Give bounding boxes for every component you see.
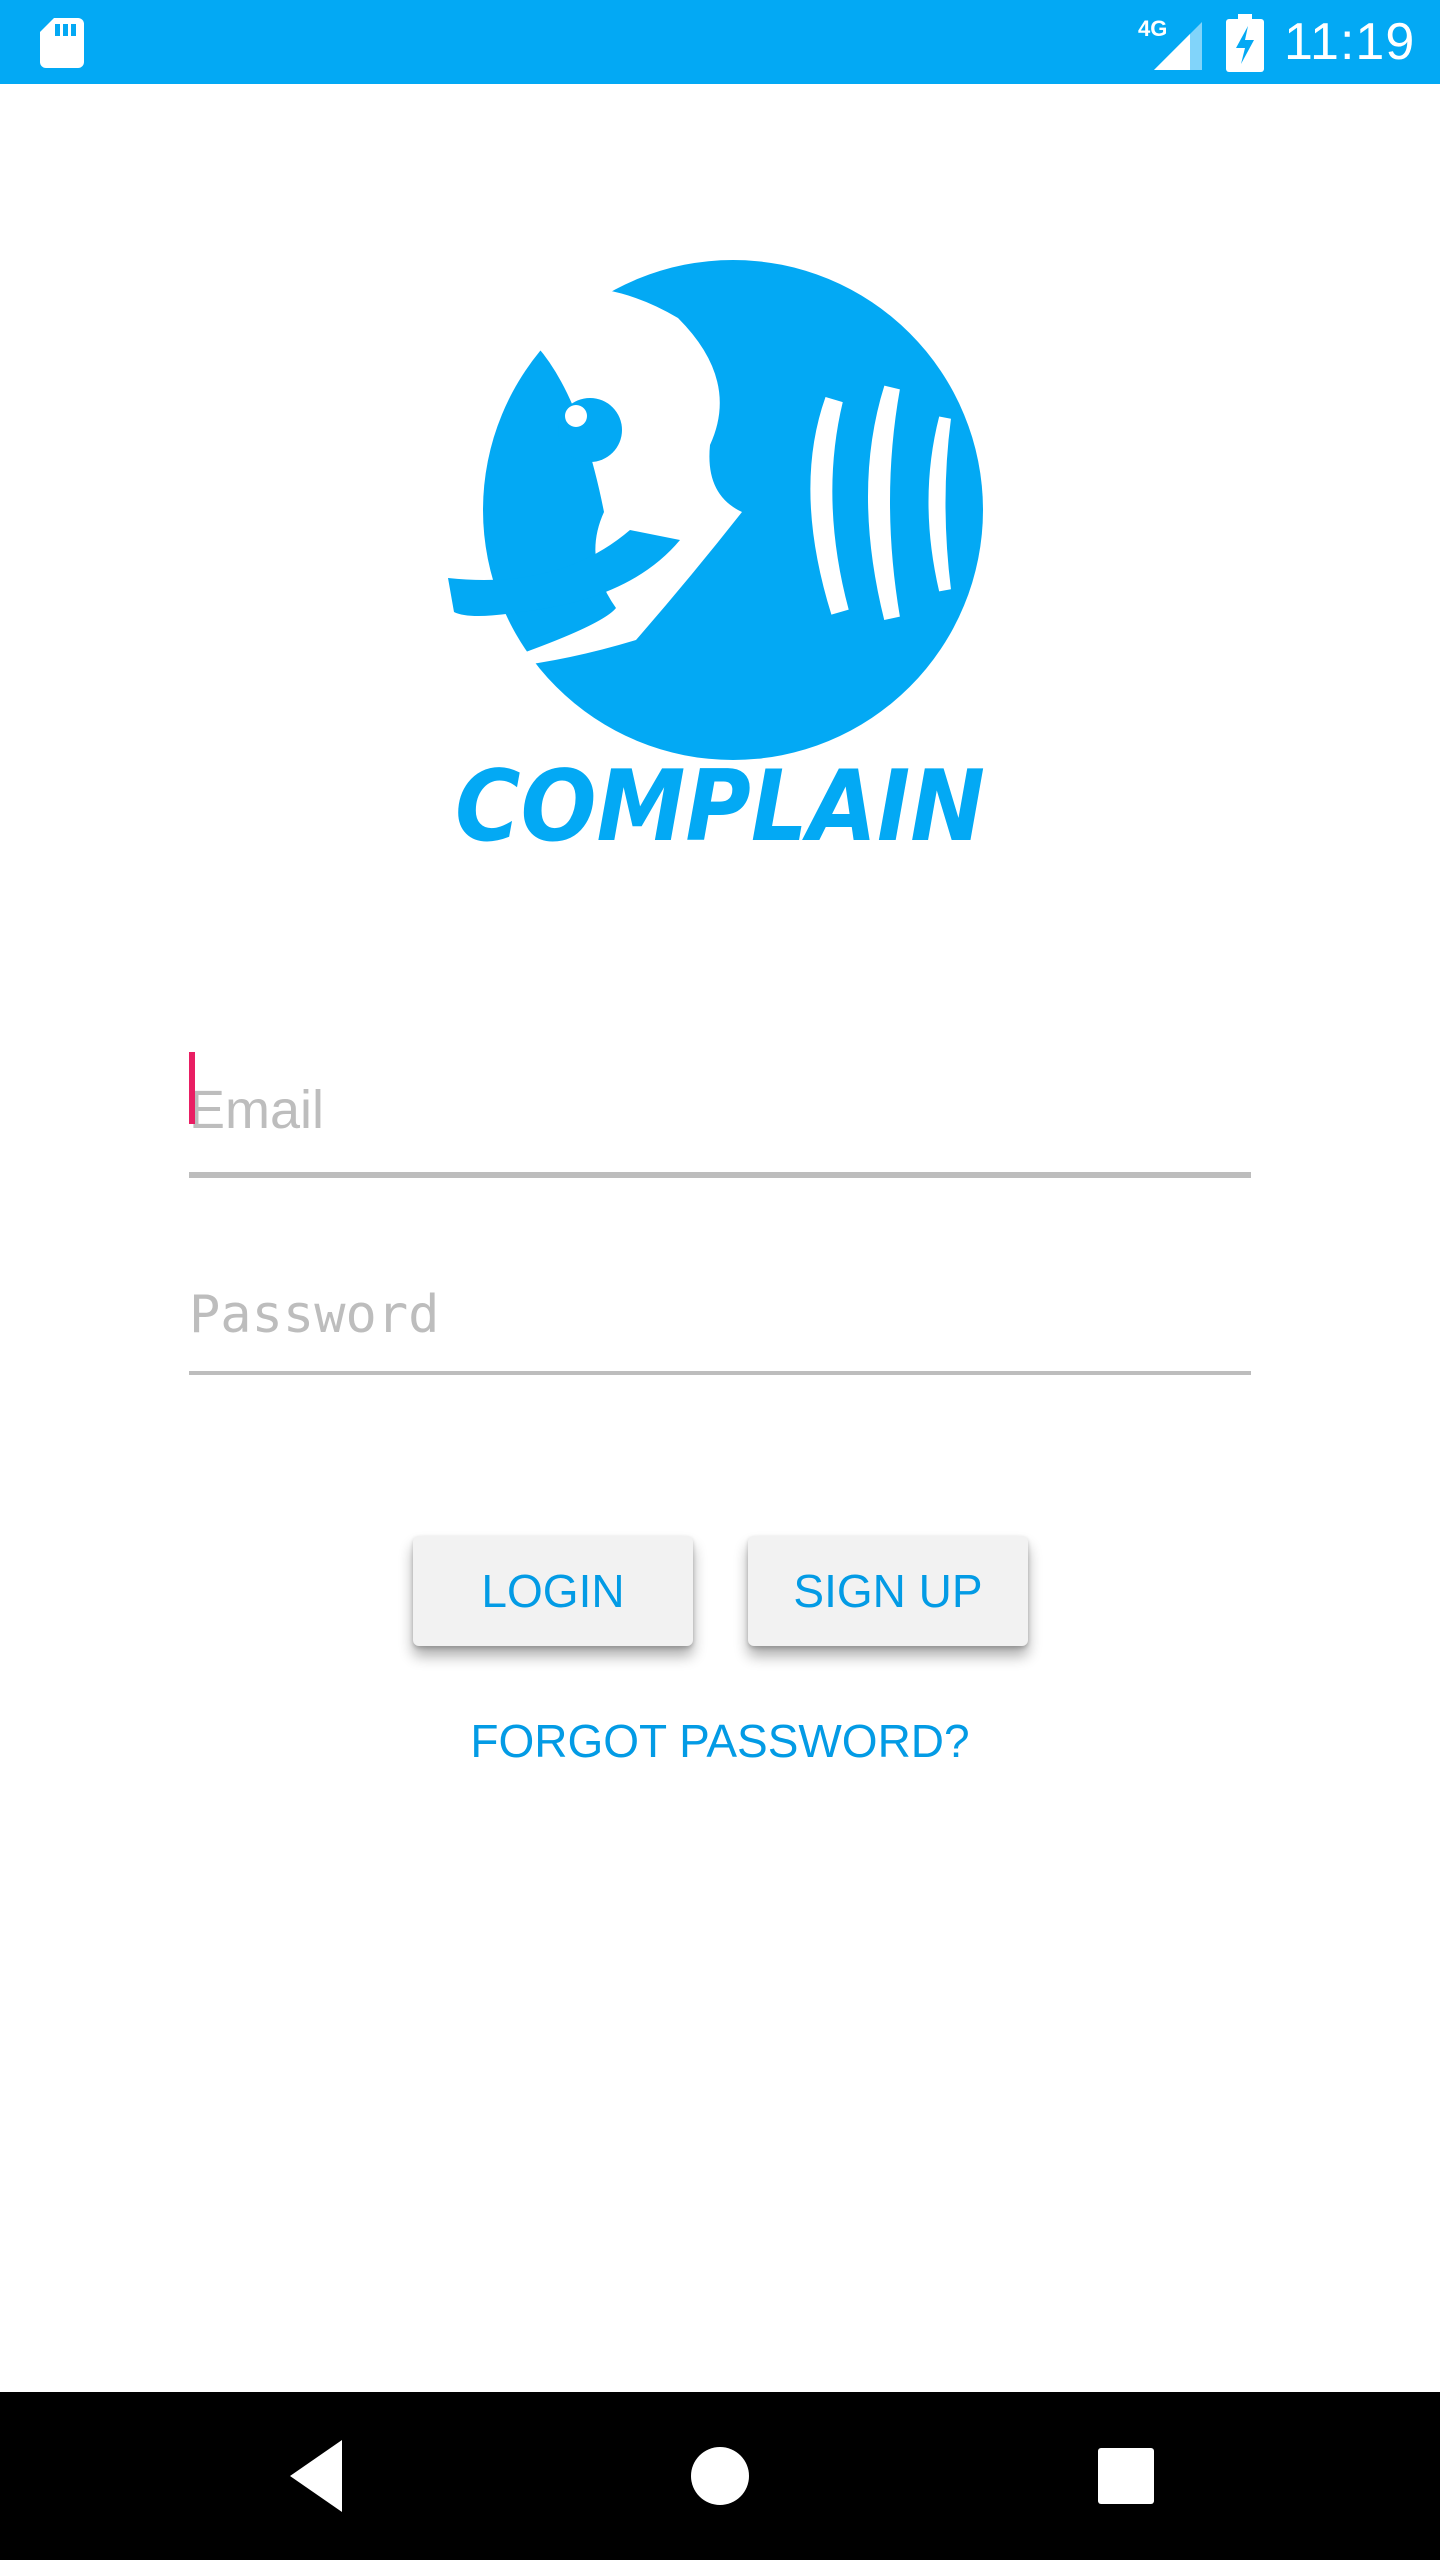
- back-icon[interactable]: [266, 2426, 366, 2526]
- signal-icon: 4G: [1138, 16, 1202, 70]
- email-underline: [189, 1172, 1251, 1178]
- text-cursor: [189, 1052, 195, 1124]
- password-underline: [189, 1371, 1251, 1375]
- password-input[interactable]: [189, 1250, 1251, 1380]
- network-type-label: 4G: [1138, 16, 1167, 41]
- recents-icon[interactable]: [1076, 2426, 1176, 2526]
- status-bar: 4G 11:19: [0, 0, 1440, 84]
- battery-charging-icon: [1226, 14, 1264, 72]
- email-input[interactable]: [189, 1040, 1251, 1180]
- login-button[interactable]: LOGIN: [413, 1536, 693, 1646]
- signup-button[interactable]: SIGN UP: [748, 1536, 1028, 1646]
- email-field-container: [189, 1040, 1251, 1180]
- navigation-bar: [0, 2392, 1440, 2560]
- password-field-container: [189, 1250, 1251, 1380]
- home-icon[interactable]: [670, 2426, 770, 2526]
- forgot-password-link[interactable]: FORGOT PASSWORD?: [420, 1706, 1020, 1776]
- status-clock: 11:19: [1284, 13, 1416, 71]
- fish-logo-icon: COMPLAIN: [448, 260, 985, 860]
- logo-text: COMPLAIN: [455, 750, 985, 860]
- sd-card-icon: [40, 18, 84, 68]
